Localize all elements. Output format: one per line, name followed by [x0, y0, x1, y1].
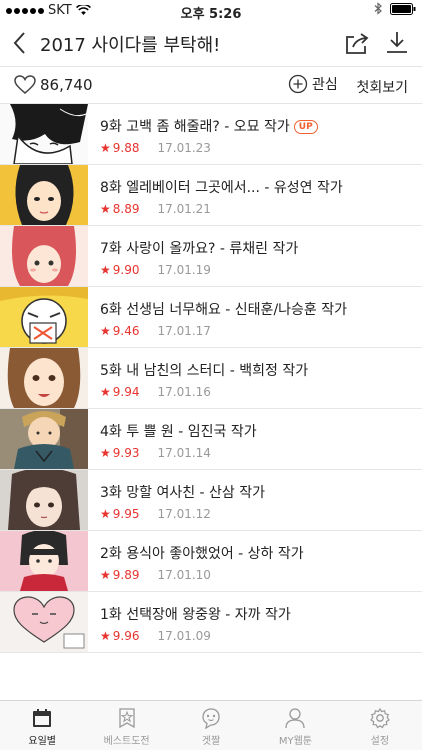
- episode-rating: 9.95: [112, 507, 140, 521]
- tab-my-webtoon[interactable]: MY웹툰: [253, 701, 337, 750]
- episode-row[interactable]: 6화 선생님 너무해요 - 신태훈/나승훈 작가 ★ 9.46 17.01.17: [0, 287, 422, 348]
- tab-getzzal[interactable]: 겟짤: [169, 701, 253, 750]
- tab-best-challenge[interactable]: 베스트도전: [84, 701, 168, 750]
- episode-row[interactable]: 5화 내 남친의 스터디 - 백희정 작가 ★ 9.94 17.01.16: [0, 348, 422, 409]
- episode-date: 17.01.16: [157, 385, 211, 399]
- star-icon: ★: [100, 263, 111, 277]
- episode-row[interactable]: 3화 망할 여사친 - 산삼 작가 ★ 9.95 17.01.12: [0, 470, 422, 531]
- episode-date: 17.01.21: [157, 202, 211, 216]
- episode-row[interactable]: 4화 투 쁠 원 - 임진국 작가 ★ 9.93 17.01.14: [0, 409, 422, 470]
- episode-row[interactable]: 7화 사랑이 올까요? - 류채린 작가 ★ 9.90 17.01.19: [0, 226, 422, 287]
- episode-meta: ★ 9.95 17.01.12: [100, 507, 211, 521]
- page-title: 2017 사이다를 부탁해!: [40, 35, 221, 56]
- episode-rating: 9.93: [112, 446, 140, 460]
- tab-bar: 요일별 베스트도전 겟짤 MY웹툰 설정: [0, 700, 422, 750]
- episode-title: 6화 선생님 너무해요 - 신태훈/나승훈 작가: [100, 302, 348, 318]
- episode-thumbnail: [0, 348, 88, 408]
- episode-rating: 9.90: [112, 263, 140, 277]
- episode-thumbnail: [0, 531, 88, 591]
- star-icon: ★: [100, 446, 111, 460]
- tab-label: 요일별: [28, 736, 56, 747]
- episode-thumbnail: [0, 592, 88, 652]
- getzzal-icon: [202, 708, 220, 729]
- episode-rating: 9.88: [112, 141, 140, 155]
- episode-rating: 9.89: [112, 568, 140, 582]
- episode-date: 17.01.12: [157, 507, 211, 521]
- bluetooth-icon: [374, 2, 382, 15]
- star-icon: ★: [100, 629, 111, 643]
- episode-meta: ★ 9.94 17.01.16: [100, 385, 211, 399]
- episode-thumbnail: [0, 226, 88, 286]
- episode-title: 5화 내 남친의 스터디 - 백희정 작가: [100, 363, 309, 379]
- episode-date: 17.01.19: [157, 263, 211, 277]
- episode-title: 3화 망할 여사친 - 산삼 작가: [100, 485, 266, 501]
- episode-meta: ★ 9.88 17.01.23: [100, 141, 211, 155]
- episode-row[interactable]: 1화 선택장애 왕중왕 - 자까 작가 ★ 9.96 17.01.09: [0, 592, 422, 653]
- star-icon: ★: [100, 385, 111, 399]
- episode-rating: 9.46: [112, 324, 140, 338]
- episode-thumbnail: [0, 470, 88, 530]
- episode-title: 7화 사랑이 올까요? - 류채린 작가: [100, 241, 299, 257]
- episode-meta: ★ 9.46 17.01.17: [100, 324, 211, 338]
- episode-title: 9화 고백 좀 해줄래? - 오묘 작가 UP: [100, 116, 318, 136]
- up-badge: UP: [293, 120, 318, 134]
- interest-button[interactable]: 관심: [288, 74, 338, 94]
- episode-rating: 9.96: [112, 629, 140, 643]
- star-icon: ★: [100, 141, 111, 155]
- episode-rating: 8.89: [112, 202, 140, 216]
- plus-circle-icon: [288, 74, 308, 94]
- episode-row[interactable]: 2화 용식아 좋아했었어 - 상하 작가 ★ 9.89 17.01.10: [0, 531, 422, 592]
- episode-thumbnail: [0, 287, 88, 347]
- share-icon[interactable]: [344, 30, 370, 56]
- info-bar: 86,740 관심 첫회보기: [0, 66, 422, 104]
- interest-label: 관심: [312, 77, 338, 93]
- episode-meta: ★ 9.96 17.01.09: [100, 629, 211, 643]
- status-bar: SKT 오후 5:26: [0, 0, 422, 22]
- episode-title: 1화 선택장애 왕중왕 - 자까 작가: [100, 607, 291, 623]
- calendar-icon: [33, 709, 52, 727]
- star-icon: ★: [100, 568, 111, 582]
- episode-thumbnail: [0, 104, 88, 164]
- tab-settings[interactable]: 설정: [338, 701, 422, 750]
- episode-list: 9화 고백 좀 해줄래? - 오묘 작가 UP ★ 9.88 17.01.23 8…: [0, 104, 422, 653]
- tab-label: MY웹툰: [278, 736, 312, 747]
- episode-date: 17.01.23: [157, 141, 211, 155]
- episode-rating: 9.94: [112, 385, 140, 399]
- star-icon: ★: [100, 202, 111, 216]
- battery-icon: [390, 2, 416, 15]
- gear-icon: [369, 707, 390, 729]
- episode-meta: ★ 8.89 17.01.21: [100, 202, 211, 216]
- first-episode-button[interactable]: 첫회보기: [356, 77, 408, 97]
- episode-date: 17.01.10: [157, 568, 211, 582]
- star-icon: ★: [100, 507, 111, 521]
- back-icon[interactable]: [10, 30, 30, 56]
- like-count: 86,740: [40, 76, 93, 94]
- heart-icon[interactable]: [14, 75, 36, 95]
- person-icon: [285, 708, 306, 729]
- tab-weekday[interactable]: 요일별: [0, 701, 84, 750]
- episode-title: 2화 용식아 좋아했었어 - 상하 작가: [100, 546, 304, 562]
- episode-date: 17.01.17: [157, 324, 211, 338]
- navigation-bar: 2017 사이다를 부탁해!: [0, 20, 422, 66]
- star-icon: ★: [100, 324, 111, 338]
- episode-date: 17.01.09: [157, 629, 211, 643]
- episode-date: 17.01.14: [157, 446, 211, 460]
- download-icon[interactable]: [384, 29, 410, 55]
- episode-row[interactable]: 9화 고백 좀 해줄래? - 오묘 작가 UP ★ 9.88 17.01.23: [0, 104, 422, 165]
- tab-label: 겟짤: [201, 736, 221, 747]
- episode-row[interactable]: 8화 엘레베이터 그곳에서... - 유성연 작가 ★ 8.89 17.01.2…: [0, 165, 422, 226]
- best-challenge-icon: [118, 708, 135, 729]
- episode-thumbnail: [0, 165, 88, 225]
- episode-meta: ★ 9.90 17.01.19: [100, 263, 211, 277]
- episode-title: 8화 엘레베이터 그곳에서... - 유성연 작가: [100, 180, 343, 196]
- tab-label: 베스트도전: [103, 736, 150, 747]
- tab-label: 설정: [370, 736, 390, 747]
- episode-meta: ★ 9.93 17.01.14: [100, 446, 211, 460]
- episode-meta: ★ 9.89 17.01.10: [100, 568, 211, 582]
- episode-title: 4화 투 쁠 원 - 임진국 작가: [100, 424, 257, 440]
- episode-thumbnail: [0, 409, 88, 469]
